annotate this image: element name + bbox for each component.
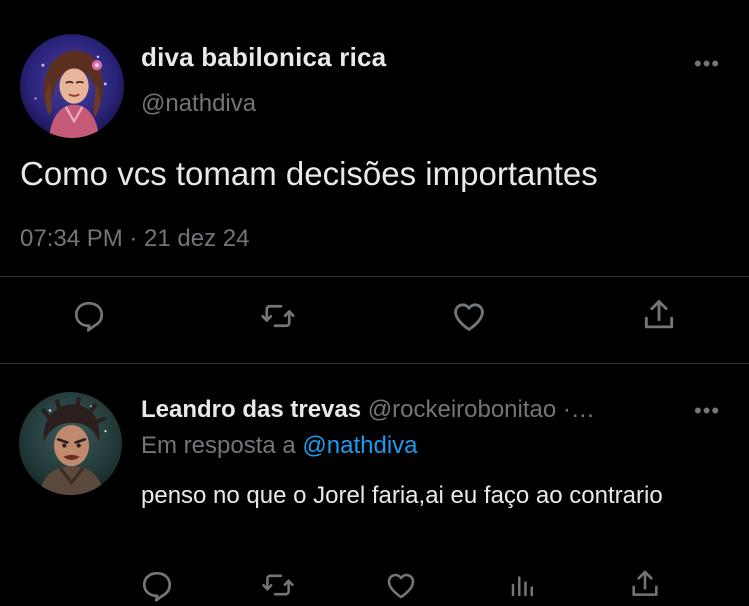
- share-icon[interactable]: [640, 296, 678, 334]
- tweet-timestamp[interactable]: 07:34 PM · 21 dez 24: [20, 225, 249, 253]
- views-icon[interactable]: [508, 568, 538, 602]
- avatar-illustration-nathdiva: [20, 34, 124, 138]
- divider: [0, 276, 749, 277]
- reply-icon[interactable]: [139, 568, 175, 604]
- retweet-icon[interactable]: [260, 568, 296, 602]
- like-icon[interactable]: [384, 568, 418, 602]
- avatar-illustration-rockeirobonitao: [19, 392, 122, 495]
- reply-header: Leandro das trevas @rockeirobonitao ·…: [141, 396, 686, 424]
- avatar[interactable]: [19, 392, 122, 495]
- share-icon[interactable]: [628, 566, 662, 602]
- reply-text: penso no que o Jorel faria,ai eu faço ao…: [141, 482, 663, 509]
- author-name[interactable]: diva babilonica rica: [141, 42, 386, 73]
- mention-link[interactable]: @nathdiva: [302, 432, 417, 459]
- reply-icon[interactable]: [71, 298, 107, 334]
- more-options-icon[interactable]: •••: [694, 400, 720, 422]
- tweet-text: Como vcs tomam decisões importantes: [20, 155, 598, 192]
- tweet-thread: diva babilonica rica @nathdiva ••• Como …: [0, 0, 749, 606]
- like-icon[interactable]: [449, 297, 489, 335]
- author-handle[interactable]: @rockeirobonitao ·…: [368, 396, 595, 423]
- retweet-icon[interactable]: [258, 298, 298, 334]
- reply-context-prefix: Em resposta a: [141, 432, 303, 459]
- author-handle[interactable]: @nathdiva: [141, 90, 256, 118]
- more-options-icon[interactable]: •••: [694, 53, 720, 75]
- reply-context: Em resposta a @nathdiva: [141, 432, 418, 460]
- avatar[interactable]: [20, 34, 124, 138]
- divider: [0, 363, 749, 364]
- author-name[interactable]: Leandro das trevas: [141, 396, 361, 423]
